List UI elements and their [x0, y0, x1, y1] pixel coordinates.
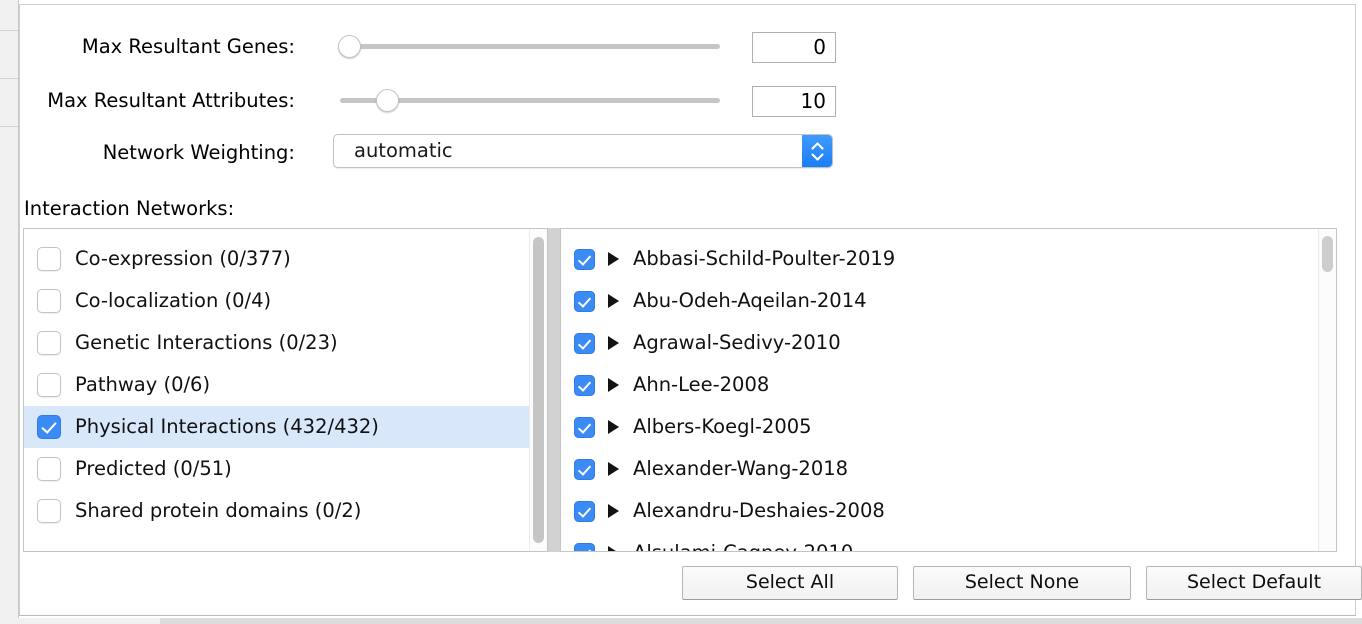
checkbox-unchecked[interactable]: [37, 247, 61, 271]
network-list-body: Co-expression (0/377) Co-localization (0/…: [24, 229, 547, 551]
interaction-networks-label: Interaction Networks:: [24, 197, 235, 220]
network-sources-list[interactable]: Abbasi-Schild-Poulter-2019 Abu-Odeh-Aqeil…: [560, 228, 1337, 552]
select-default-button[interactable]: Select Default: [1146, 566, 1362, 600]
network-weighting-selected-value: automatic: [354, 139, 453, 162]
checkbox-checked[interactable]: [574, 290, 595, 312]
slider-track: [350, 44, 720, 49]
scrollbar-thumb[interactable]: [1322, 236, 1333, 272]
left-edge-strip: [0, 0, 19, 620]
select-all-button[interactable]: Select All: [682, 566, 898, 600]
combo-stepper-arrows[interactable]: [802, 135, 832, 167]
source-list-body: Abbasi-Schild-Poulter-2019 Abu-Odeh-Aqeil…: [561, 229, 1336, 551]
slider-thumb[interactable]: [376, 89, 399, 112]
chevron-up-icon: [810, 141, 824, 150]
checkbox-checked[interactable]: [574, 374, 595, 396]
interaction-networks-list[interactable]: Co-expression (0/377) Co-localization (0/…: [23, 228, 548, 552]
checkbox-checked[interactable]: [574, 332, 595, 354]
source-list-item[interactable]: Alsulami-Cagney-2010: [561, 532, 1336, 551]
list-splitter[interactable]: [548, 228, 560, 552]
source-list-item-label: Agrawal-Sedivy-2010: [633, 331, 841, 355]
max-resultant-genes-label: Max Resultant Genes:: [81, 35, 295, 58]
disclosure-triangle-icon[interactable]: [608, 252, 619, 266]
network-list-item-label: Pathway (0/6): [75, 373, 211, 397]
network-list-item[interactable]: Pathway (0/6): [24, 364, 547, 406]
source-list-item-label: Albers-Koegl-2005: [633, 415, 812, 439]
network-list-item-label: Co-expression (0/377): [75, 247, 291, 271]
source-list-item[interactable]: Agrawal-Sedivy-2010: [561, 322, 1336, 364]
max-resultant-genes-value[interactable]: 0: [752, 32, 836, 63]
source-list-item[interactable]: Albers-Koegl-2005: [561, 406, 1336, 448]
source-list-scrollbar[interactable]: [1318, 229, 1336, 551]
options-panel: Max Resultant Genes: 0 Max Resultant Att…: [19, 4, 1362, 616]
max-resultant-genes-slider[interactable]: [320, 27, 740, 67]
checkbox-checked[interactable]: [574, 500, 595, 522]
dialog-root: Max Resultant Genes: 0 Max Resultant Att…: [0, 0, 1362, 624]
network-list-item[interactable]: Shared protein domains (0/2): [24, 490, 547, 532]
disclosure-triangle-icon[interactable]: [608, 336, 619, 350]
slider-thumb[interactable]: [338, 35, 361, 58]
network-list-item[interactable]: Predicted (0/51): [24, 448, 547, 490]
scrollbar-thumb[interactable]: [533, 237, 544, 543]
checkbox-unchecked[interactable]: [37, 373, 61, 397]
checkbox-unchecked[interactable]: [37, 457, 61, 481]
max-resultant-attributes-value[interactable]: 10: [752, 86, 836, 117]
source-list-item-label: Ahn-Lee-2008: [633, 373, 770, 397]
network-weighting-label: Network Weighting:: [102, 141, 295, 164]
network-list-item-label: Physical Interactions (432/432): [75, 415, 379, 439]
network-list-item-label: Co-localization (0/4): [75, 289, 272, 313]
horizontal-scrollbar-thumb[interactable]: [160, 618, 1362, 624]
max-resultant-attributes-label: Max Resultant Attributes:: [47, 89, 295, 112]
checkbox-unchecked[interactable]: [37, 289, 61, 313]
source-list-item[interactable]: Alexandru-Deshaies-2008: [561, 490, 1336, 532]
disclosure-triangle-icon[interactable]: [608, 546, 619, 551]
checkbox-checked[interactable]: [37, 415, 61, 439]
max-resultant-attributes-slider[interactable]: [320, 81, 740, 121]
network-list-item[interactable]: Physical Interactions (432/432): [24, 406, 547, 448]
checkbox-checked[interactable]: [574, 248, 595, 270]
disclosure-triangle-icon[interactable]: [608, 462, 619, 476]
source-list-item-label: Abbasi-Schild-Poulter-2019: [633, 247, 896, 271]
checkbox-checked[interactable]: [574, 416, 595, 438]
checkbox-unchecked[interactable]: [37, 331, 61, 355]
source-list-item[interactable]: Alexander-Wang-2018: [561, 448, 1336, 490]
source-list-item[interactable]: Abbasi-Schild-Poulter-2019: [561, 238, 1336, 280]
source-list-item[interactable]: Abu-Odeh-Aqeilan-2014: [561, 280, 1336, 322]
source-list-item-label: Alsulami-Cagney-2010: [633, 543, 853, 551]
network-list-item[interactable]: Co-expression (0/377): [24, 238, 547, 280]
bottom-edge-strip: [0, 618, 1362, 624]
source-list-item[interactable]: Ahn-Lee-2008: [561, 364, 1336, 406]
disclosure-triangle-icon[interactable]: [608, 420, 619, 434]
source-list-item-label: Alexander-Wang-2018: [633, 457, 849, 481]
checkbox-checked[interactable]: [574, 458, 595, 480]
source-list-item-label: Abu-Odeh-Aqeilan-2014: [633, 289, 867, 313]
disclosure-triangle-icon[interactable]: [608, 378, 619, 392]
select-none-button[interactable]: Select None: [913, 566, 1131, 600]
disclosure-triangle-icon[interactable]: [608, 294, 619, 308]
network-list-item-label: Shared protein domains (0/2): [75, 499, 362, 523]
network-list-scrollbar[interactable]: [529, 229, 547, 551]
network-list-item-label: Predicted (0/51): [75, 457, 232, 481]
chevron-down-icon: [810, 152, 824, 161]
network-list-item[interactable]: Genetic Interactions (0/23): [24, 322, 547, 364]
source-list-item-label: Alexandru-Deshaies-2008: [633, 499, 885, 523]
network-weighting-row: Network Weighting: automatic: [20, 133, 1355, 173]
checkbox-checked[interactable]: [574, 542, 595, 551]
network-weighting-select[interactable]: automatic: [333, 134, 833, 168]
network-list-item[interactable]: Co-localization (0/4): [24, 280, 547, 322]
disclosure-triangle-icon[interactable]: [608, 504, 619, 518]
checkbox-unchecked[interactable]: [37, 499, 61, 523]
network-list-item-label: Genetic Interactions (0/23): [75, 331, 338, 355]
